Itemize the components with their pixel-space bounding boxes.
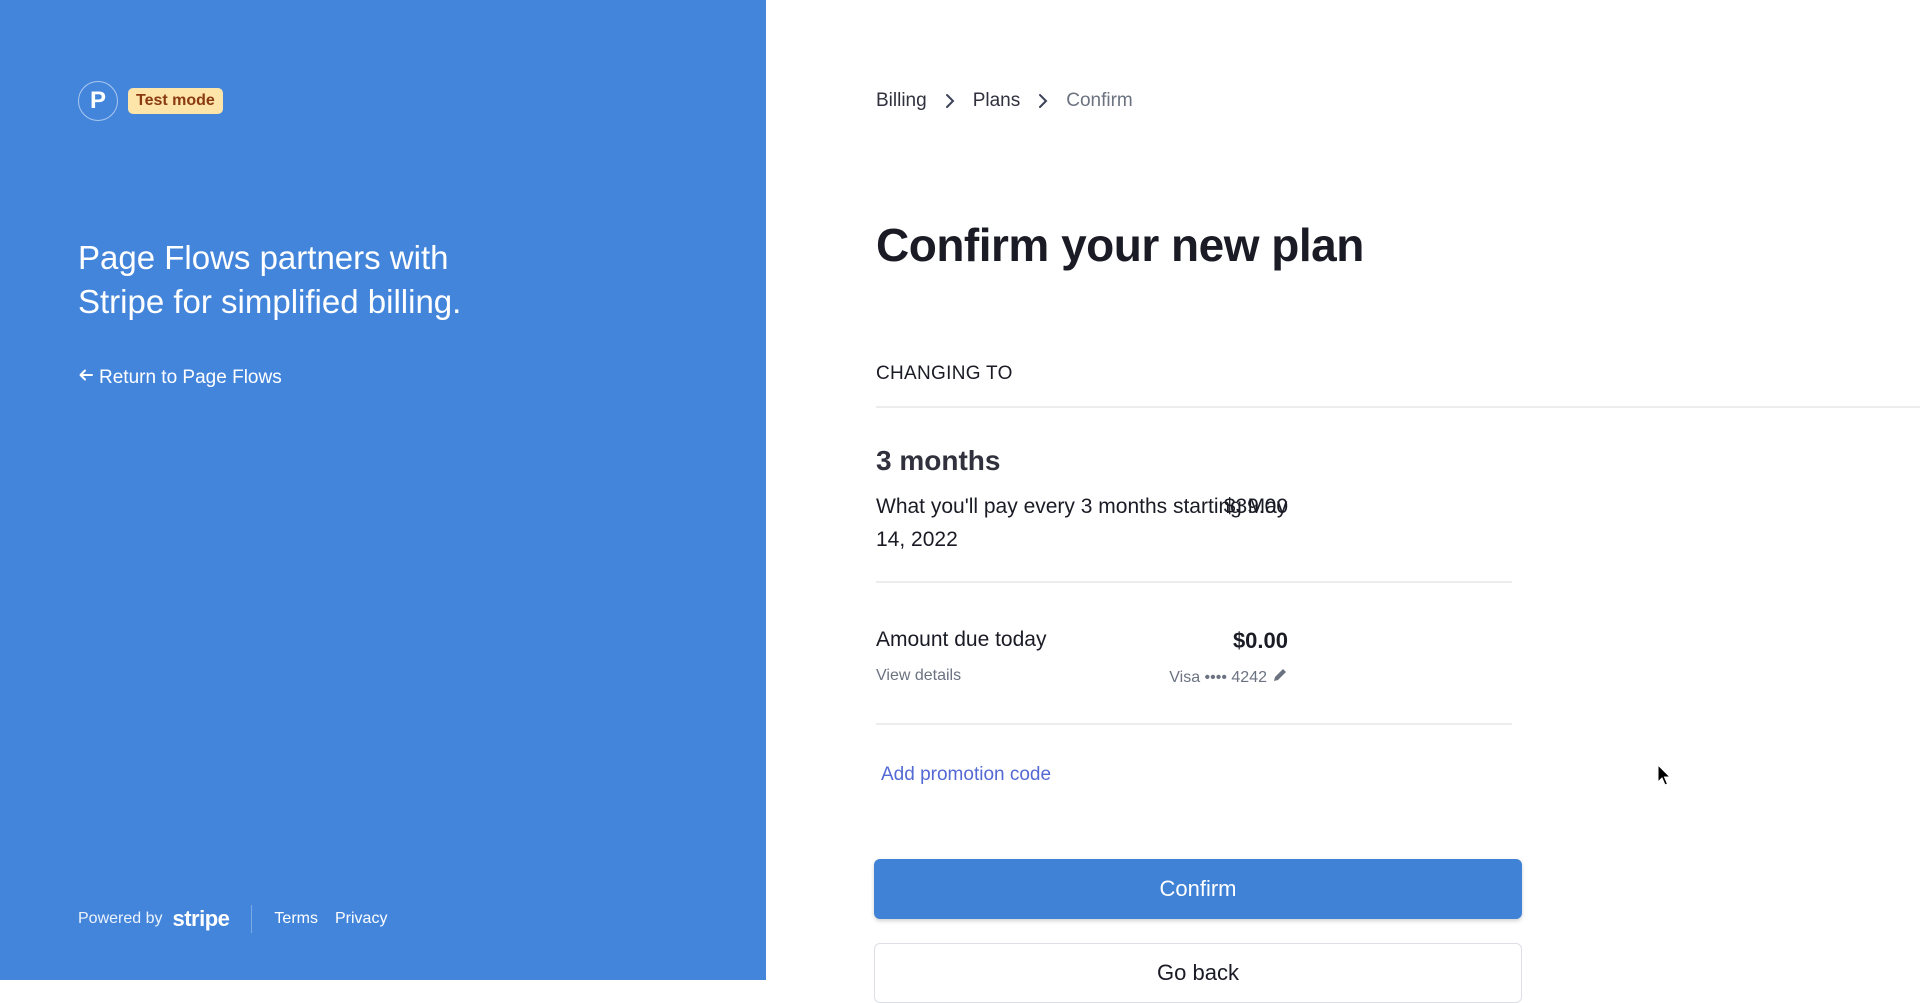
main-panel: Billing Plans Confirm Confirm your new p… — [766, 0, 1920, 1003]
plan-name: 3 months — [876, 445, 1001, 476]
page-flows-logo-icon[interactable]: P — [78, 81, 118, 121]
breadcrumb: Billing Plans Confirm — [876, 90, 1133, 112]
arrow-left-icon — [78, 367, 94, 389]
chevron-right-icon — [1038, 93, 1048, 109]
confirm-button[interactable]: Confirm — [874, 859, 1522, 919]
section-label: CHANGING TO — [876, 363, 1013, 384]
view-details-link[interactable]: View details — [876, 667, 961, 685]
brand-header: P Test mode — [78, 81, 223, 121]
amount-due-label: Amount due today — [876, 628, 1047, 651]
privacy-link[interactable]: Privacy — [335, 910, 387, 928]
plan-price: $39.00 — [1223, 495, 1288, 518]
stripe-logo[interactable]: stripe — [173, 906, 230, 932]
test-mode-badge: Test mode — [128, 88, 223, 114]
divider — [876, 581, 1512, 583]
divider — [876, 723, 1512, 725]
divider — [876, 406, 1920, 408]
terms-link[interactable]: Terms — [274, 910, 318, 928]
footer-divider — [251, 905, 253, 933]
add-promotion-code-link[interactable]: Add promotion code — [881, 764, 1051, 786]
payment-method[interactable]: Visa •••• 4242 — [1169, 667, 1288, 688]
powered-by-label: Powered by — [78, 910, 163, 927]
amount-due-value: $0.00 — [1232, 628, 1288, 653]
breadcrumb-confirm: Confirm — [1066, 90, 1133, 111]
brand-tagline: Page Flows partners with Stripe for simp… — [78, 239, 462, 320]
chevron-right-icon — [945, 93, 955, 109]
return-link-label: Return to Page Flows — [99, 367, 282, 388]
pencil-icon[interactable] — [1272, 667, 1288, 688]
page-title: Confirm your new plan — [876, 219, 1364, 271]
card-label: Visa •••• 4242 — [1169, 668, 1267, 686]
breadcrumb-plans[interactable]: Plans — [973, 90, 1021, 112]
brand-panel: P Test mode Page Flows partners with Str… — [0, 0, 766, 980]
mouse-cursor-icon — [1657, 764, 1672, 786]
go-back-button[interactable]: Go back — [874, 943, 1522, 1003]
return-link[interactable]: Return to Page Flows — [78, 367, 282, 389]
breadcrumb-billing[interactable]: Billing — [876, 90, 927, 112]
footer: Powered by stripe Terms Privacy — [78, 905, 404, 933]
